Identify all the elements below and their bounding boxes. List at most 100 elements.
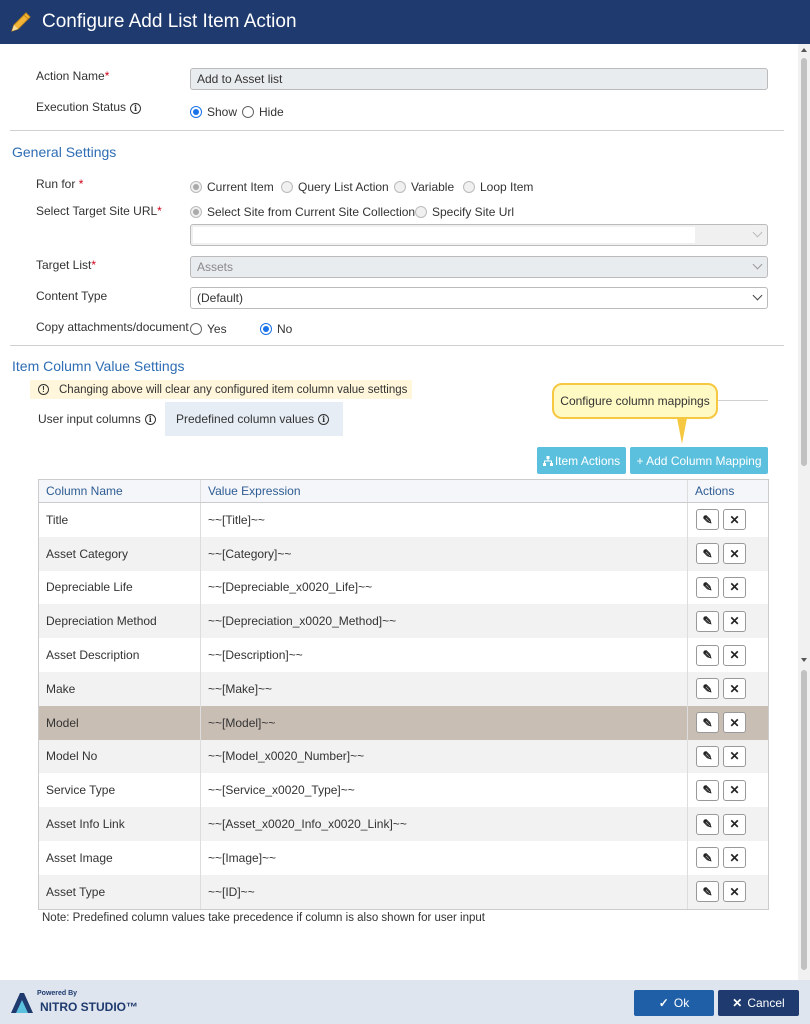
table-row[interactable]: Depreciable Life ~~[Depreciable_x0020_Lif… bbox=[39, 570, 768, 605]
edit-button[interactable]: ✎ bbox=[696, 678, 719, 700]
delete-button[interactable]: ✕ bbox=[723, 576, 746, 598]
info-icon: i bbox=[130, 103, 142, 114]
chevron-down-icon bbox=[752, 290, 763, 301]
ok-button[interactable]: ✓ Ok bbox=[634, 990, 714, 1016]
delete-button[interactable]: ✕ bbox=[723, 847, 746, 869]
delete-button[interactable]: ✕ bbox=[723, 813, 746, 835]
delete-button[interactable]: ✕ bbox=[723, 678, 746, 700]
configure-mappings-tooltip: Configure column mappings bbox=[552, 383, 718, 444]
delete-button[interactable]: ✕ bbox=[723, 779, 746, 801]
table-row[interactable]: Model ~~[Model]~~ ✎ ✕ bbox=[39, 705, 768, 740]
delete-button[interactable]: ✕ bbox=[723, 745, 746, 767]
action-name-label: Action Name* bbox=[36, 69, 110, 83]
run-for-loop-item-radio[interactable]: Loop Item bbox=[463, 180, 533, 194]
action-name-field[interactable]: Add to Asset list bbox=[190, 68, 768, 90]
edit-button[interactable]: ✎ bbox=[696, 813, 719, 835]
run-for-current-item-radio[interactable]: Current Item bbox=[190, 180, 274, 194]
add-column-mapping-button[interactable]: + Add Column Mapping bbox=[630, 447, 768, 474]
actions-cell: ✎ ✕ bbox=[688, 571, 768, 605]
table-row[interactable]: Asset Image ~~[Image]~~ ✎ ✕ bbox=[39, 840, 768, 875]
tab-predefined-column-values[interactable]: Predefined column values i bbox=[165, 402, 344, 436]
actions-cell: ✎ ✕ bbox=[688, 503, 768, 537]
general-settings-heading: General Settings bbox=[12, 144, 117, 160]
delete-button[interactable]: ✕ bbox=[723, 881, 746, 903]
brand-name: NITRO STUDIO™ bbox=[40, 1000, 138, 1014]
edit-button[interactable]: ✎ bbox=[696, 576, 719, 598]
target-list-select[interactable]: Assets bbox=[190, 256, 768, 278]
table-row[interactable]: Asset Category ~~[Category]~~ ✎ ✕ bbox=[39, 536, 768, 571]
edit-button[interactable]: ✎ bbox=[696, 610, 719, 632]
close-icon: ✕ bbox=[729, 850, 740, 865]
column-name-cell: Make bbox=[39, 671, 201, 706]
scroll-up-icon[interactable] bbox=[801, 48, 807, 52]
value-expression-cell: ~~[Model]~~ bbox=[201, 705, 688, 740]
run-for-label: Run for * bbox=[36, 177, 84, 191]
edit-button[interactable]: ✎ bbox=[696, 881, 719, 903]
delete-button[interactable]: ✕ bbox=[723, 644, 746, 666]
item-actions-button[interactable]: Item Actions bbox=[537, 447, 626, 474]
copy-attachments-yes-radio[interactable]: Yes bbox=[190, 322, 227, 336]
specify-site-url-radio[interactable]: Specify Site Url bbox=[415, 205, 514, 219]
pencil-icon: ✎ bbox=[702, 749, 713, 764]
nitro-logo-icon bbox=[11, 993, 33, 1013]
value-expression-cell: ~~[Asset_x0020_Info_x0020_Link]~~ bbox=[201, 807, 688, 841]
table-row[interactable]: Make ~~[Make]~~ ✎ ✕ bbox=[39, 671, 768, 706]
execution-status-label: Execution Status i bbox=[36, 100, 142, 114]
execution-status-show-radio[interactable]: Show bbox=[190, 105, 237, 119]
column-name-cell: Asset Image bbox=[39, 840, 201, 875]
close-icon: ✕ bbox=[729, 648, 740, 663]
site-select[interactable] bbox=[190, 224, 768, 246]
delete-button[interactable]: ✕ bbox=[723, 543, 746, 565]
close-icon: ✕ bbox=[729, 681, 740, 696]
edit-button[interactable]: ✎ bbox=[696, 779, 719, 801]
pencil-icon: ✎ bbox=[702, 817, 713, 832]
table-row[interactable]: Depreciation Method ~~[Depreciation_x0020… bbox=[39, 604, 768, 639]
edit-button[interactable]: ✎ bbox=[696, 644, 719, 666]
edit-button[interactable]: ✎ bbox=[696, 543, 719, 565]
delete-button[interactable]: ✕ bbox=[723, 712, 746, 734]
edit-button[interactable]: ✎ bbox=[696, 745, 719, 767]
run-for-variable-radio[interactable]: Variable bbox=[394, 180, 454, 194]
value-expression-cell: ~~[Title]~~ bbox=[201, 503, 688, 537]
value-expression-cell: ~~[Make]~~ bbox=[201, 671, 688, 706]
current-site-collection-radio[interactable]: Select Site from Current Site Collection bbox=[190, 205, 415, 219]
scrollbar-thumb-lower[interactable] bbox=[801, 670, 807, 970]
table-row[interactable]: Title ~~[Title]~~ ✎ ✕ bbox=[39, 503, 768, 537]
edit-button[interactable]: ✎ bbox=[696, 509, 719, 531]
column-name-cell: Model No bbox=[39, 739, 201, 774]
close-icon: ✕ bbox=[729, 783, 740, 798]
value-expression-cell: ~~[Model_x0020_Number]~~ bbox=[201, 739, 688, 774]
cancel-button[interactable]: ✕ Cancel bbox=[718, 990, 799, 1016]
value-expression-cell: ~~[Image]~~ bbox=[201, 840, 688, 875]
table-row[interactable]: Asset Info Link ~~[Asset_x0020_Info_x0020… bbox=[39, 807, 768, 841]
pencil-icon: ✎ bbox=[702, 580, 713, 595]
pencil-icon bbox=[11, 12, 31, 32]
execution-status-hide-radio[interactable]: Hide bbox=[242, 105, 284, 119]
scrollbar[interactable] bbox=[798, 44, 810, 980]
table-row[interactable]: Service Type ~~[Service_x0020_Type]~~ ✎ ✕ bbox=[39, 773, 768, 808]
table-row[interactable]: Asset Type ~~[ID]~~ ✎ ✕ bbox=[39, 874, 768, 909]
edit-button[interactable]: ✎ bbox=[696, 847, 719, 869]
scrollbar-thumb[interactable] bbox=[801, 58, 807, 466]
table-row[interactable]: Model No ~~[Model_x0020_Number]~~ ✎ ✕ bbox=[39, 739, 768, 774]
pencil-icon: ✎ bbox=[702, 850, 713, 865]
close-icon: ✕ bbox=[729, 817, 740, 832]
delete-button[interactable]: ✕ bbox=[723, 509, 746, 531]
delete-button[interactable]: ✕ bbox=[723, 610, 746, 632]
value-expression-cell: ~~[Category]~~ bbox=[201, 536, 688, 571]
scroll-down-icon[interactable] bbox=[801, 658, 807, 662]
actions-cell: ✎ ✕ bbox=[688, 672, 768, 706]
copy-attachments-no-radio[interactable]: No bbox=[260, 322, 292, 336]
nitro-studio-logo: Powered By NITRO STUDIO™ bbox=[10, 990, 138, 1015]
run-for-query-list-radio[interactable]: Query List Action bbox=[281, 180, 389, 194]
content-type-select[interactable]: (Default) bbox=[190, 287, 768, 309]
table-row[interactable]: Asset Description ~~[Description]~~ ✎ ✕ bbox=[39, 638, 768, 672]
tab-user-input-columns[interactable]: User input columns i bbox=[30, 402, 164, 436]
close-icon: ✕ bbox=[729, 546, 740, 561]
actions-cell: ✎ ✕ bbox=[688, 841, 768, 875]
pencil-icon: ✎ bbox=[702, 546, 713, 561]
edit-button[interactable]: ✎ bbox=[696, 712, 719, 734]
dialog-footer: Powered By NITRO STUDIO™ ✓ Ok ✕ Cancel bbox=[0, 980, 810, 1024]
actions-cell: ✎ ✕ bbox=[688, 604, 768, 638]
close-icon: ✕ bbox=[729, 614, 740, 629]
